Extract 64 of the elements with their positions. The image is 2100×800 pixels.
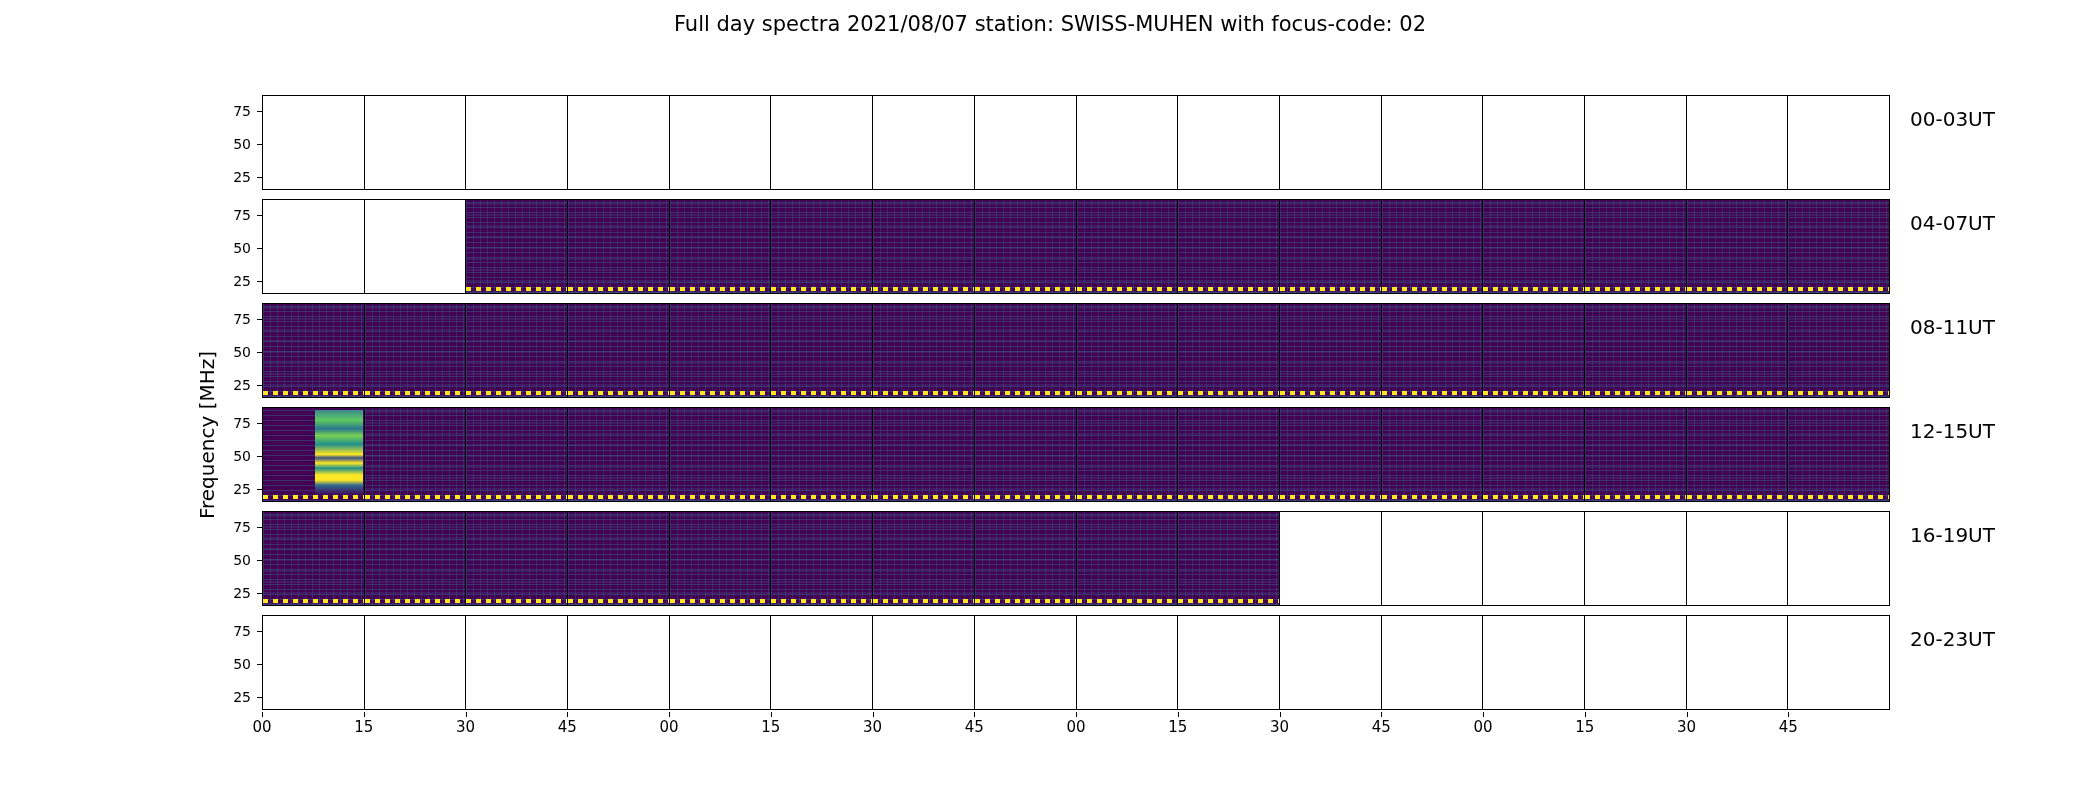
x-tick-mark [363,712,365,717]
y-tick-label: 75 [233,104,251,119]
figure-title: Full day spectra 2021/08/07 station: SWISS-MUHEN with focus-code: 02 [673,12,1427,36]
x-tick-label: 30 [1269,718,1290,736]
x-tick-label: 15 [1575,718,1595,736]
x-tick-label: 30 [1676,718,1697,736]
y-tick-label: 25 [233,585,251,600]
x-tick-label: 30 [455,718,476,736]
x-tick-label: 45 [1778,718,1798,736]
x-tick-mark [872,712,874,717]
x-tick-mark [669,712,670,717]
y-tick-label: 50 [233,449,251,464]
y-tick-label: 75 [233,624,251,639]
time-range-label: 04-07UT [1910,211,1995,235]
x-tick-label: 00 [659,718,679,736]
x-tick-label: 00 [1473,718,1493,736]
y-tick-label: 25 [233,273,251,288]
y-tick-label: 50 [233,137,251,152]
y-tick-label: 25 [233,169,251,184]
x-tick-label: 00 [1066,718,1086,736]
time-range-label: 16-19UT [1910,523,1995,547]
x-tick-label: 45 [557,718,577,736]
y-tick-label: 25 [233,481,251,496]
x-tick-mark [1177,712,1179,717]
y-tick-label: 25 [233,377,251,392]
y-axis-label: Frequency [MHz] [195,350,219,520]
x-tick-mark [1279,712,1281,717]
y-tick-label: 50 [233,553,251,568]
x-tick-label: 45 [1371,718,1391,736]
time-range-label: 08-11UT [1910,315,1995,339]
y-tick-mark [257,631,262,633]
x-tick-mark [1584,712,1586,717]
time-range-label: 20-23UT [1910,627,1995,651]
y-tick-mark [257,144,262,146]
x-tick-label: 00 [252,718,272,736]
x-tick-mark [1686,712,1688,717]
y-tick-label: 50 [233,241,251,256]
time-range-label: 00-03UT [1910,107,1995,131]
x-tick-mark [1076,712,1077,717]
y-tick-mark [257,176,262,178]
y-tick-label: 75 [233,520,251,535]
y-tick-label: 75 [233,208,251,223]
x-tick-label: 15 [1168,718,1188,736]
x-tick-mark [974,712,976,717]
x-tick-mark [1381,712,1383,717]
time-range-label: 12-15UT [1910,419,1995,443]
y-tick-label: 50 [233,657,251,672]
x-tick-mark [1483,712,1484,717]
y-tick-label: 50 [233,345,251,360]
y-tick-label: 75 [233,312,251,327]
x-tick-label: 15 [761,718,781,736]
y-tick-label: 25 [233,689,251,704]
y-tick-mark [257,664,262,666]
y-tick-mark [257,696,262,698]
x-tick-mark [1788,712,1790,717]
y-tick-mark [257,111,262,113]
x-tick-label: 15 [354,718,374,736]
x-tick-mark [465,712,467,717]
x-tick-label: 30 [862,718,883,736]
x-tick-mark [567,712,569,717]
x-tick-mark [262,712,263,717]
y-tick-label: 75 [233,416,251,431]
x-tick-label: 45 [964,718,984,736]
x-tick-mark [770,712,772,717]
